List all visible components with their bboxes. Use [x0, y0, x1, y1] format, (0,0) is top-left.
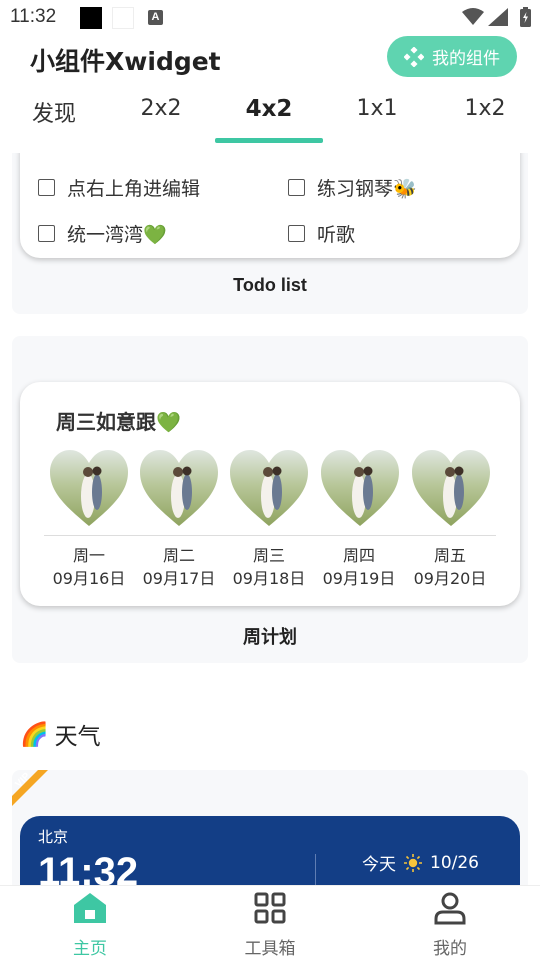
todo-widget-card[interactable]: 点右上角进编辑 练习钢琴🐝 统一湾湾💚 听歌	[20, 153, 520, 258]
week-plan-caption: 周计划	[243, 627, 297, 647]
todo-item[interactable]: 听歌	[288, 220, 355, 247]
signal-icon	[488, 8, 508, 26]
weather-widget-panel[interactable]: 北京 11:32 今天 10/26 VIP	[12, 770, 528, 885]
black-square-icon	[80, 7, 102, 29]
size-tabs: 发现 2x2 4x2 1x1 1x2	[0, 90, 540, 146]
tab-4x2[interactable]: 4x2	[215, 96, 323, 122]
todo-text: 练习钢琴🐝	[317, 178, 417, 200]
todo-text: 听歌	[317, 224, 356, 246]
nav-home[interactable]: 主页	[0, 886, 180, 961]
todo-text: 统一湾湾💚	[67, 224, 167, 246]
weather-today: 今天 10/26	[362, 850, 479, 876]
app-title: 小组件Xwidget	[30, 47, 221, 76]
weather-clock: 11:32	[38, 850, 139, 885]
day-column: 周四 09月19日	[314, 544, 404, 590]
temp-range: 10/26	[430, 852, 479, 873]
my-widgets-label: 我的组件	[432, 49, 500, 69]
my-widgets-button[interactable]: 我的组件	[387, 36, 517, 77]
week-plan-widget-panel[interactable]: 周三如意跟💚 周一 09月16日 周二 09月17日 周三 09月18日 周四 …	[12, 336, 528, 663]
status-time: 11:32	[10, 6, 57, 27]
active-tab-indicator	[215, 138, 323, 143]
todo-widget-panel[interactable]: 点右上角进编辑 练习钢琴🐝 统一湾湾💚 听歌 Todo list	[12, 153, 528, 314]
status-bar: 11:32 A	[0, 0, 540, 36]
todo-item[interactable]: 统一湾湾💚	[38, 220, 167, 247]
tab-discover[interactable]: 发现	[0, 96, 108, 128]
weather-section-title: 🌈 天气	[20, 717, 101, 751]
weather-city: 北京	[38, 828, 69, 846]
grid-icon	[254, 892, 286, 924]
date-label: 09月16日	[52, 569, 126, 588]
widget-list[interactable]: 点右上角进编辑 练习钢琴🐝 统一湾湾💚 听歌 Todo list 周三如意跟💚	[0, 153, 540, 885]
bottom-navigation: 主页 工具箱 我的	[0, 885, 540, 961]
todo-item[interactable]: 练习钢琴🐝	[288, 174, 417, 201]
today-label: 今天	[362, 855, 396, 875]
notification-a-icon: A	[148, 10, 163, 25]
vip-badge: VIP	[12, 770, 60, 818]
wifi-icon	[462, 8, 484, 25]
nav-toolbox-label: 工具箱	[244, 939, 296, 959]
todo-widget-caption: Todo list	[233, 275, 307, 295]
day-column: 周五 09月20日	[405, 544, 495, 590]
todo-item[interactable]: 点右上角进编辑	[38, 174, 200, 201]
checkbox[interactable]	[288, 225, 305, 242]
day-column: 周三 09月18日	[224, 544, 314, 590]
checkbox[interactable]	[38, 179, 55, 196]
date-label: 09月20日	[413, 569, 487, 588]
nav-home-label: 主页	[73, 939, 107, 959]
weekday-label: 周三	[252, 546, 285, 565]
week-divider	[44, 535, 496, 536]
weekday-label: 周五	[433, 546, 466, 565]
app-header: 小组件Xwidget 我的组件	[0, 36, 540, 84]
day-photo[interactable]	[140, 450, 218, 528]
weather-widget-card[interactable]: 北京 11:32 今天 10/26	[20, 816, 520, 885]
date-label: 09月17日	[142, 569, 216, 588]
user-icon	[434, 892, 466, 925]
home-icon	[74, 893, 106, 923]
white-square-icon	[112, 7, 134, 29]
weekday-label: 周一	[72, 546, 105, 565]
week-plan-widget-card[interactable]: 周三如意跟💚 周一 09月16日 周二 09月17日 周三 09月18日 周四 …	[20, 382, 520, 606]
nav-toolbox[interactable]: 工具箱	[180, 886, 360, 961]
date-label: 09月18日	[232, 569, 306, 588]
weekday-label: 周二	[162, 546, 195, 565]
day-photo[interactable]	[50, 450, 128, 528]
todo-text: 点右上角进编辑	[67, 178, 201, 200]
checkbox[interactable]	[38, 225, 55, 242]
tab-1x1[interactable]: 1x1	[323, 96, 431, 121]
weather-separator	[315, 854, 316, 885]
day-column: 周一 09月16日	[44, 544, 134, 590]
day-photo[interactable]	[230, 450, 308, 528]
day-photo[interactable]	[321, 450, 399, 528]
day-photo[interactable]	[412, 450, 490, 528]
tab-2x2[interactable]: 2x2	[107, 96, 215, 121]
tab-1x2[interactable]: 1x2	[431, 96, 539, 121]
date-label: 09月19日	[322, 569, 396, 588]
battery-icon	[520, 7, 531, 27]
nav-profile[interactable]: 我的	[360, 886, 540, 961]
section-title-text: 天气	[54, 724, 101, 750]
week-plan-title: 周三如意跟💚	[56, 410, 181, 434]
sparkle-icon	[404, 46, 424, 67]
weekday-label: 周四	[342, 546, 375, 565]
rainbow-icon: 🌈	[20, 721, 49, 748]
day-column: 周二 09月17日	[134, 544, 224, 590]
checkbox[interactable]	[288, 179, 305, 196]
nav-profile-label: 我的	[433, 939, 467, 959]
sun-icon	[404, 853, 422, 872]
